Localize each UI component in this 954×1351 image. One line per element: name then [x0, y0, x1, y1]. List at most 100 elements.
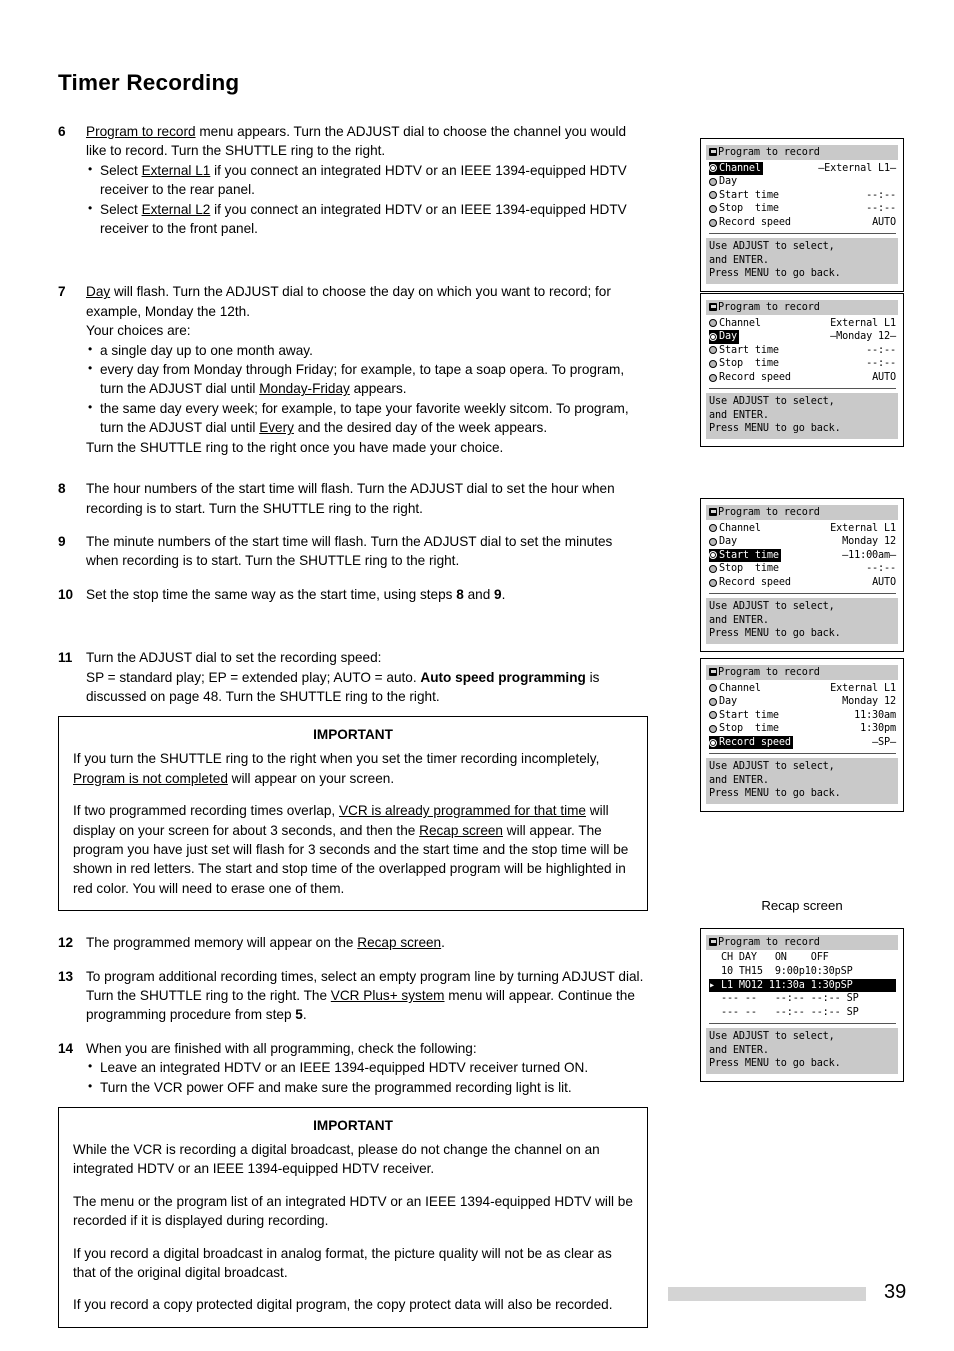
- osd-field-value: 11:30am: [854, 709, 896, 721]
- field-bullet-icon: [709, 218, 717, 227]
- osd-row-day[interactable]: Day Monday 12: [709, 535, 896, 549]
- osd-field-list: Channel External L1 Day Monday 12 Start time…: [706, 680, 898, 750]
- osd-row-stop-time[interactable]: Stop time --:--: [709, 202, 896, 216]
- osd-row-stop-time[interactable]: Stop time --:--: [709, 357, 896, 371]
- step-number: 12: [58, 935, 74, 951]
- step-paragraph: Set the stop time the same way as the st…: [86, 586, 506, 602]
- footer-bar: [668, 1287, 866, 1301]
- osd-row-day[interactable]: Day –Monday 12–: [709, 330, 896, 344]
- osd-row-record-speed[interactable]: Record speed AUTO: [709, 576, 896, 590]
- osd-title-bar: Program to record: [706, 665, 898, 681]
- step-7: 7 Day will flash. Turn the ADJUST dial to…: [58, 282, 648, 457]
- field-bullet-icon: [709, 738, 717, 747]
- step-13: 13 To program additional recording times,…: [58, 967, 648, 1025]
- field-bullet-icon: [709, 524, 717, 533]
- osd-row-start-time[interactable]: Start time 11:30am: [709, 709, 896, 723]
- field-bullet-icon: [709, 204, 717, 213]
- osd-field-label: Channel: [719, 317, 761, 329]
- recap-program-row[interactable]: --- -- --:-- --:-- SP: [709, 992, 896, 1006]
- underlined-term: Program is not completed: [73, 770, 228, 786]
- osd-field-list: Channel External L1 Day –Monday 12– Start ti…: [706, 315, 898, 384]
- osd-row-stop-time[interactable]: Stop time 1:30pm: [709, 722, 896, 736]
- osd-field-value: AUTO: [872, 371, 896, 383]
- step-paragraph: Day will flash. Turn the ADJUST dial to …: [86, 284, 611, 319]
- bullet-list: Leave an integrated HDTV or an IEEE 1394…: [86, 1057, 648, 1097]
- osd-help-text: Use ADJUST to select, and ENTER. Press M…: [706, 758, 898, 804]
- osd-row-start-time[interactable]: Start time –11:00am–: [709, 548, 896, 563]
- step-text: To program additional recording times, s…: [86, 967, 648, 1025]
- osd-row-channel[interactable]: Channel External L1: [709, 521, 896, 535]
- osd-title-text: Program to record: [718, 667, 820, 678]
- step-text: The minute numbers of the start time wil…: [86, 532, 648, 571]
- osd-help-text: Use ADJUST to select, and ENTER. Press M…: [706, 598, 898, 644]
- bullet-item: every day from Monday through Friday; fo…: [86, 359, 648, 399]
- osd-row-record-speed[interactable]: Record speed AUTO: [709, 216, 896, 230]
- osd-title-bar: Program to record: [706, 300, 898, 316]
- osd-selected-field: Record speed: [709, 735, 793, 750]
- important-paragraph: If you turn the SHUTTLE ring to the righ…: [73, 751, 600, 786]
- important-paragraph: The menu or the program list of an integ…: [73, 1193, 633, 1229]
- tv-icon: [709, 508, 717, 516]
- spacer-after-step-6: [58, 238, 648, 282]
- bold-term: Auto speed programming: [420, 669, 586, 685]
- step-6: 6 Program to record menu appears. Turn th…: [58, 122, 648, 238]
- osd-field-label: Record speed: [719, 736, 791, 748]
- osd-field-value: External L1: [830, 682, 896, 694]
- recap-program-row[interactable]: --- -- --:-- --:-- SP: [709, 1006, 896, 1020]
- step-number: 9: [58, 533, 66, 549]
- osd-channel: Program to record Channel –External L1– Day…: [700, 138, 904, 292]
- important-box-timer: IMPORTANT If you turn the SHUTTLE ring to…: [58, 716, 648, 912]
- osd-divider: [709, 388, 896, 390]
- osd-field-label: Channel: [719, 162, 761, 174]
- recap-program-row[interactable]: ▸ L1 MO12 11:30a 1:30pSP: [709, 978, 896, 993]
- spacer-after-step-9: [58, 571, 648, 585]
- field-bullet-icon: [709, 177, 717, 186]
- osd-start-time: Program to record Channel External L1 Day Mo…: [700, 498, 904, 652]
- osd-field-list: Channel External L1 Day Monday 12 Start time…: [706, 520, 898, 589]
- osd-row-stop-time[interactable]: Stop time --:--: [709, 562, 896, 576]
- step-text: Set the stop time the same way as the st…: [86, 585, 648, 604]
- osd-field-label: Stop time: [719, 358, 779, 370]
- osd-title-text: Program to record: [718, 937, 820, 948]
- osd-field-value: --:--: [866, 344, 896, 356]
- osd-row-day[interactable]: Day Monday 12: [709, 695, 896, 709]
- step-text: Day will flash. Turn the ADJUST dial to …: [86, 282, 648, 457]
- step-paragraph: The programmed memory will appear on the…: [86, 935, 445, 951]
- important-paragraph: While the VCR is recording a digital bro…: [73, 1142, 600, 1177]
- underlined-term: VCR is already programmed for that time: [338, 803, 586, 819]
- osd-row-day[interactable]: Day: [709, 175, 896, 189]
- step-paragraph: When you are finished with all programmi…: [86, 1040, 477, 1056]
- field-bullet-icon: [709, 537, 717, 546]
- step-text: The hour numbers of the start time will …: [86, 479, 648, 518]
- recap-program-row[interactable]: 10 TH15 9:00p10:30pSP: [709, 965, 896, 979]
- osd-row-record-speed[interactable]: Record speed –SP–: [709, 735, 896, 750]
- step-11: 11 Turn the ADJUST dial to set the record…: [58, 648, 648, 706]
- osd-field-label: Day: [719, 176, 737, 188]
- field-bullet-icon: [709, 191, 717, 200]
- osd-row-start-time[interactable]: Start time --:--: [709, 344, 896, 358]
- osd-field-value: –11:00am–: [842, 549, 896, 561]
- step-paragraph: Turn the SHUTTLE ring to the right once …: [86, 439, 504, 455]
- osd-recap-screen: Program to record CH DAY ON OFF 10 TH15 …: [700, 928, 904, 1082]
- osd-field-label: Stop time: [719, 203, 779, 215]
- osd-field-label: Record speed: [719, 576, 791, 588]
- field-bullet-icon: [709, 711, 717, 720]
- osd-field-value: --:--: [866, 189, 896, 201]
- osd-field-label: Stop time: [719, 563, 779, 575]
- step-paragraph: To program additional recording times, s…: [86, 968, 644, 1023]
- osd-row-start-time[interactable]: Start time --:--: [709, 189, 896, 203]
- osd-field-label: Record speed: [719, 371, 791, 383]
- osd-field-label: Channel: [719, 682, 761, 694]
- osd-row-channel[interactable]: Channel External L1: [709, 316, 896, 330]
- osd-field-label: Stop time: [719, 723, 779, 735]
- osd-row-channel[interactable]: Channel External L1: [709, 681, 896, 695]
- field-bullet-icon: [709, 684, 717, 693]
- osd-row-channel[interactable]: Channel –External L1–: [709, 161, 896, 175]
- spacer-after-step-13: [58, 1025, 648, 1039]
- bold-term: 5: [295, 1007, 303, 1023]
- osd-row-record-speed[interactable]: Record speed AUTO: [709, 371, 896, 385]
- underlined-term: VCR Plus+ system: [330, 988, 445, 1003]
- osd-field-value: –SP–: [872, 736, 896, 748]
- osd-title-bar: Program to record: [706, 935, 898, 951]
- step-12: 12 The programmed memory will appear on t…: [58, 933, 648, 952]
